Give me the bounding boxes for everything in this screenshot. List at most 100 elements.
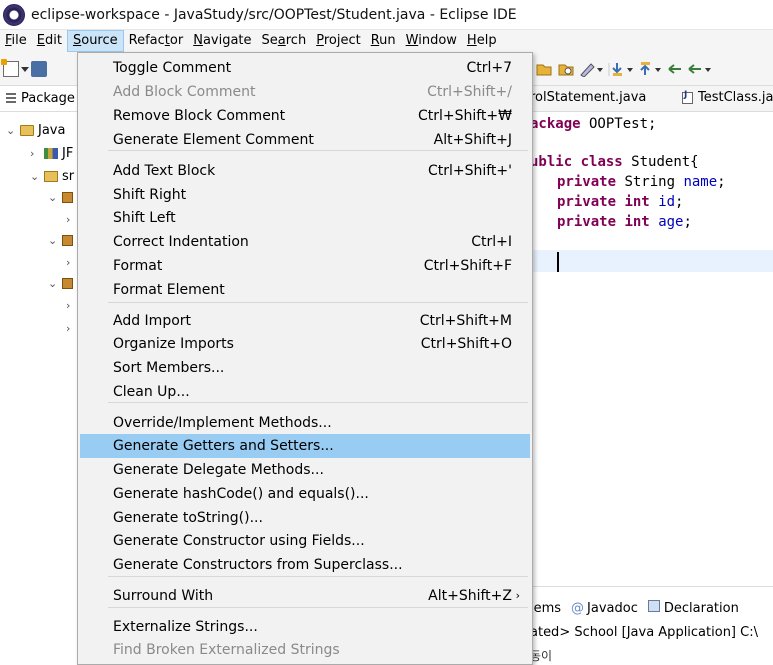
code-line: ackage OOPTest; bbox=[530, 116, 657, 132]
next-annotation-dropdown-icon[interactable] bbox=[627, 68, 633, 72]
tree-item-project[interactable]: ⌄ Java bbox=[6, 119, 65, 141]
source-menu-dropdown: Toggle Comment Ctrl+7 Add Block Comment Ctr… bbox=[77, 52, 533, 665]
menu-item-label: Add Text Block bbox=[113, 163, 216, 179]
chevron-down-icon[interactable]: ⌄ bbox=[48, 234, 62, 247]
menu-item-label: Override/Implement Methods... bbox=[113, 415, 332, 431]
tree-item-package[interactable]: ⌄ bbox=[48, 272, 77, 294]
menu-item-label: Generate hashCode() and equals()... bbox=[113, 486, 369, 502]
menu-item-sort-members[interactable]: Sort Members... bbox=[80, 356, 530, 380]
menu-item-shortcut: Alt+Shift+J bbox=[433, 132, 512, 148]
menu-item-shift-left[interactable]: Shift Left bbox=[80, 206, 530, 230]
menu-item-add-block-comment[interactable]: Add Block Comment Ctrl+Shift+/ bbox=[80, 80, 530, 104]
menu-item-surround-with[interactable]: Surround With Alt+Shift+Z › bbox=[80, 584, 530, 608]
menu-window[interactable]: Window bbox=[401, 30, 462, 52]
menu-item-correct-indentation[interactable]: Correct Indentation Ctrl+I bbox=[80, 230, 530, 254]
editor-tab-bar: rolStatement.java TestClass.ja bbox=[530, 86, 773, 112]
chevron-down-icon[interactable]: ⌄ bbox=[30, 170, 44, 183]
tab-problems[interactable]: lems bbox=[530, 601, 561, 616]
menu-item-shift-right[interactable]: Shift Right bbox=[80, 183, 530, 207]
new-dropdown-icon[interactable] bbox=[21, 67, 29, 72]
code-line: private String name; bbox=[557, 174, 726, 190]
menu-item-label: Generate Element Comment bbox=[113, 132, 314, 148]
menu-item-remove-block-comment[interactable]: Remove Block Comment Ctrl+Shift+₩ bbox=[80, 104, 530, 128]
previous-annotation-icon[interactable] bbox=[640, 62, 650, 75]
menu-item-label: Find Broken Externalized Strings bbox=[113, 642, 340, 658]
code-editor[interactable]: rolStatement.java TestClass.ja ackage OO… bbox=[530, 86, 773, 586]
menu-item-generate-delegate-methods[interactable]: Generate Delegate Methods... bbox=[80, 458, 530, 482]
menu-item-generate-constructor-using-fields[interactable]: Generate Constructor using Fields... bbox=[80, 529, 530, 553]
window-title: eclipse-workspace - JavaStudy/src/OOPTes… bbox=[31, 6, 517, 23]
last-edit-icon[interactable] bbox=[668, 64, 681, 74]
package-icon bbox=[62, 234, 73, 246]
eclipse-window: eclipse-workspace - JavaStudy/src/OOPTes… bbox=[0, 0, 773, 665]
menu-item-generate-hashcode-and-equals[interactable]: Generate hashCode() and equals()... bbox=[80, 482, 530, 506]
menu-item-externalize-strings[interactable]: Externalize Strings... bbox=[80, 615, 530, 639]
code-line: private int id; bbox=[557, 194, 684, 210]
editor-tab-testclass[interactable]: TestClass.ja bbox=[682, 90, 773, 105]
menu-item-generate-tostring[interactable]: Generate toString()... bbox=[80, 506, 530, 530]
menu-item-shortcut: Ctrl+Shift+' bbox=[427, 163, 512, 179]
menu-file[interactable]: File bbox=[0, 30, 32, 52]
menu-item-generate-getters-and-setters[interactable]: Generate Getters and Setters... bbox=[80, 434, 530, 458]
menu-item-toggle-comment[interactable]: Toggle Comment Ctrl+7 bbox=[80, 56, 530, 80]
tab-declaration-label: Declaration bbox=[663, 601, 739, 616]
menu-source[interactable]: Source bbox=[66, 30, 124, 52]
menu-project[interactable]: Project bbox=[311, 30, 366, 52]
menu-item-label: Generate Constructor using Fields... bbox=[113, 533, 365, 549]
menu-item-add-import[interactable]: Add Import Ctrl+Shift+M bbox=[80, 309, 530, 333]
tree-item-package[interactable]: ⌄ bbox=[48, 229, 77, 251]
save-icon[interactable] bbox=[31, 61, 47, 77]
tree-item-src-label: sr bbox=[62, 168, 75, 184]
current-line-highlight bbox=[530, 250, 773, 272]
previous-annotation-dropdown-icon[interactable] bbox=[655, 68, 661, 72]
menu-item-label: Add Import bbox=[113, 313, 192, 329]
menu-separator bbox=[108, 302, 528, 303]
menu-item-label: Surround With bbox=[113, 588, 214, 604]
menu-item-find-broken-externalized-strings[interactable]: Find Broken Externalized Strings bbox=[80, 638, 530, 662]
search-dropdown-icon[interactable] bbox=[597, 68, 603, 72]
menu-item-add-text-block[interactable]: Add Text Block Ctrl+Shift+' bbox=[80, 159, 530, 183]
chevron-right-icon[interactable]: › bbox=[30, 147, 44, 160]
menu-item-clean-up[interactable]: Clean Up... bbox=[80, 380, 530, 404]
menu-run[interactable]: Run bbox=[366, 30, 401, 52]
chevron-down-icon[interactable]: ⌄ bbox=[6, 124, 20, 137]
project-icon bbox=[20, 124, 34, 136]
open-type-icon[interactable] bbox=[536, 64, 552, 76]
tab-javadoc[interactable]: @ Javadoc bbox=[571, 601, 638, 616]
next-annotation-icon[interactable] bbox=[612, 63, 622, 76]
menu-item-format[interactable]: Format Ctrl+Shift+F bbox=[80, 254, 530, 278]
menu-item-generate-constructors-from-superclass[interactable]: Generate Constructors from Superclass... bbox=[80, 553, 530, 577]
tab-declaration[interactable]: Declaration bbox=[647, 600, 739, 616]
menu-item-generate-element-comment[interactable]: Generate Element Comment Alt+Shift+J bbox=[80, 128, 530, 152]
package-explorer-icon bbox=[6, 92, 16, 105]
menu-item-shortcut: Ctrl+Shift+₩ bbox=[417, 108, 512, 124]
menu-item-label: Generate Constructors from Superclass... bbox=[113, 557, 403, 573]
menu-item-label: Sort Members... bbox=[113, 360, 225, 376]
tree-item-jre[interactable]: › JF bbox=[30, 142, 73, 164]
tree-item-package[interactable]: ⌄ bbox=[48, 186, 77, 208]
editor-tab-controlstatement[interactable]: rolStatement.java bbox=[530, 90, 646, 105]
menu-search[interactable]: Search bbox=[257, 30, 312, 52]
tree-item-src[interactable]: ⌄ sr bbox=[30, 165, 74, 187]
menu-item-label: Organize Imports bbox=[113, 336, 234, 352]
menu-help[interactable]: Help bbox=[462, 30, 502, 52]
open-task-icon[interactable] bbox=[558, 64, 574, 76]
menu-item-organize-imports[interactable]: Organize Imports Ctrl+Shift+O bbox=[80, 332, 530, 356]
back-dropdown-icon[interactable] bbox=[705, 68, 711, 72]
search-pen-icon[interactable] bbox=[580, 63, 595, 77]
menu-refactor[interactable]: Refactor bbox=[124, 30, 189, 52]
back-icon[interactable] bbox=[688, 64, 701, 74]
menu-item-label: Clean Up... bbox=[113, 384, 190, 400]
chevron-down-icon[interactable]: ⌄ bbox=[48, 191, 62, 204]
tree-item-jre-label: JF bbox=[62, 145, 74, 161]
menu-item-label: Toggle Comment bbox=[113, 60, 232, 76]
menu-navigate[interactable]: Navigate bbox=[188, 30, 256, 52]
menu-item-label: Format Element bbox=[113, 282, 225, 298]
menu-item-format-element[interactable]: Format Element bbox=[80, 278, 530, 302]
menu-edit[interactable]: Edit bbox=[32, 30, 67, 52]
new-file-icon[interactable] bbox=[1, 59, 19, 77]
chevron-down-icon[interactable]: ⌄ bbox=[48, 277, 62, 290]
package-explorer-tab[interactable]: Package bbox=[0, 86, 77, 112]
menu-separator bbox=[108, 576, 528, 577]
menu-item-override-implement-methods[interactable]: Override/Implement Methods... bbox=[80, 411, 530, 435]
